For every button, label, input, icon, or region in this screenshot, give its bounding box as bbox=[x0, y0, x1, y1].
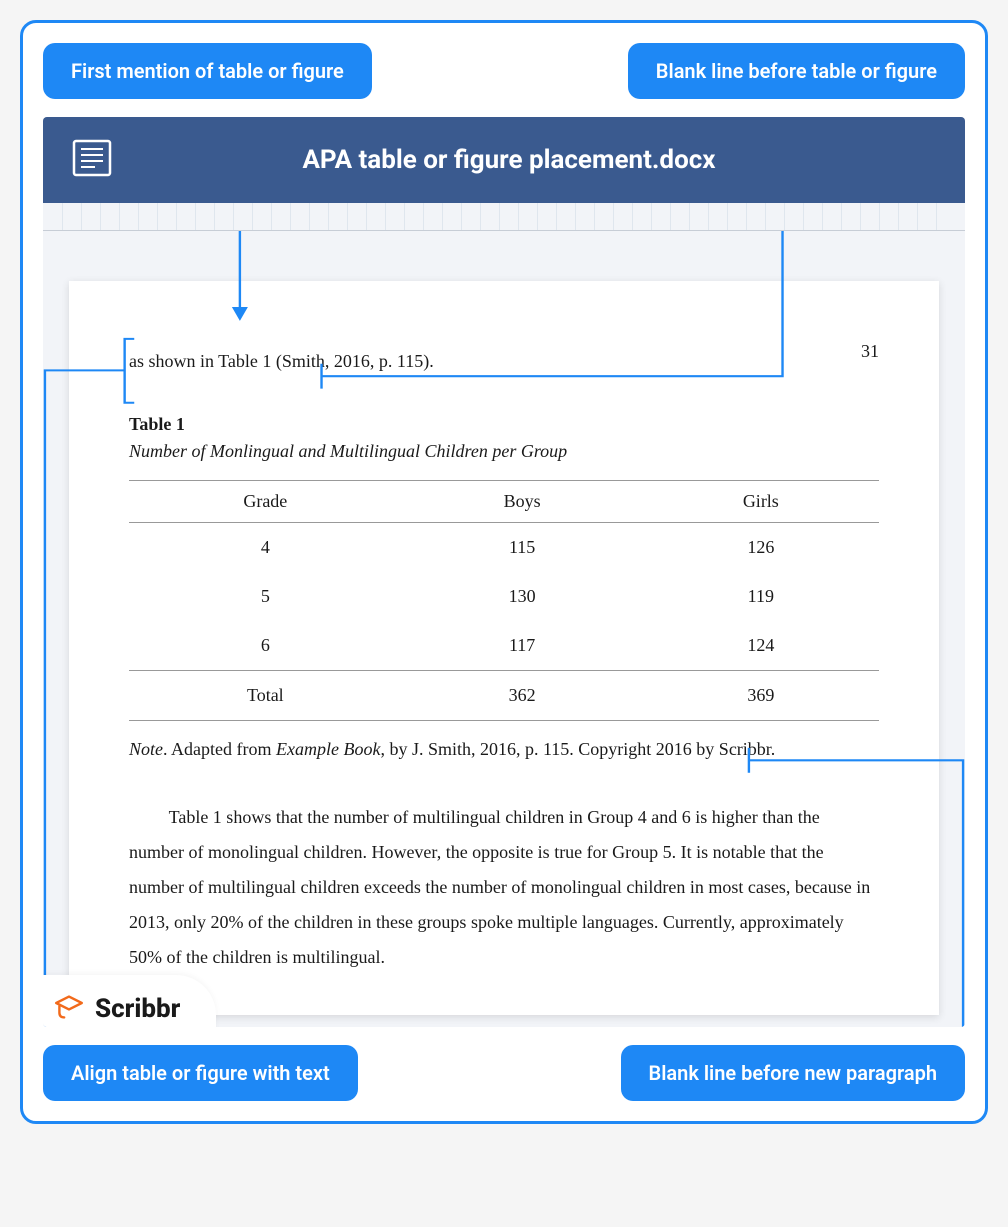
document-page: 31 as shown in Table 1 (Smith, 2016, p. … bbox=[69, 281, 939, 1015]
callout-blank-before-paragraph: Blank line before new paragraph bbox=[621, 1045, 965, 1101]
cell: 124 bbox=[643, 621, 879, 671]
brand-name: Scribbr bbox=[95, 994, 180, 1024]
cell: 119 bbox=[643, 572, 879, 621]
table-total-row: Total 362 369 bbox=[129, 671, 879, 721]
note-body: . Adapted from bbox=[163, 739, 276, 759]
col-girls: Girls bbox=[643, 481, 879, 523]
diagram-container: First mention of table or figure Blank l… bbox=[20, 20, 988, 1124]
cell: 5 bbox=[129, 572, 402, 621]
window-title: APA table or figure placement.docx bbox=[141, 145, 937, 175]
intro-text: as shown in Table 1 (Smith, 2016, p. 115… bbox=[129, 351, 879, 372]
col-grade: Grade bbox=[129, 481, 402, 523]
table-note: Note. Adapted from Example Book, by J. S… bbox=[129, 739, 879, 760]
note-prefix: Note bbox=[129, 739, 163, 759]
note-book: Example Book bbox=[276, 739, 380, 759]
word-titlebar: APA table or figure placement.docx bbox=[43, 117, 965, 203]
body-paragraph: Table 1 shows that the number of multili… bbox=[129, 800, 879, 975]
callout-row-bottom: Align table or figure with text Blank li… bbox=[43, 1045, 965, 1101]
data-table: Grade Boys Girls 4 115 126 5 bbox=[129, 480, 879, 721]
cell: 117 bbox=[402, 621, 643, 671]
ruler bbox=[43, 203, 965, 231]
callout-first-mention: First mention of table or figure bbox=[43, 43, 372, 99]
cell: 362 bbox=[402, 671, 643, 721]
cell: 6 bbox=[129, 621, 402, 671]
word-window: APA table or figure placement.docx 31 as… bbox=[43, 117, 965, 1027]
table-row: 4 115 126 bbox=[129, 523, 879, 573]
table-row: 6 117 124 bbox=[129, 621, 879, 671]
note-body2: , by J. Smith, 2016, p. 115. Copyright 2… bbox=[380, 739, 775, 759]
cell: Total bbox=[129, 671, 402, 721]
brand-flap: Scribbr bbox=[43, 975, 216, 1027]
table-label: Table 1 bbox=[129, 414, 879, 435]
cell: 115 bbox=[402, 523, 643, 573]
scribbr-icon bbox=[53, 993, 85, 1025]
word-icon bbox=[71, 137, 113, 183]
cell: 4 bbox=[129, 523, 402, 573]
table-row: 5 130 119 bbox=[129, 572, 879, 621]
cell: 130 bbox=[402, 572, 643, 621]
callout-align-table: Align table or figure with text bbox=[43, 1045, 358, 1101]
page-number: 31 bbox=[861, 341, 879, 362]
table-header-row: Grade Boys Girls bbox=[129, 481, 879, 523]
callout-blank-before-table: Blank line before table or figure bbox=[628, 43, 965, 99]
table-title: Number of Monlingual and Multilingual Ch… bbox=[129, 441, 879, 462]
col-boys: Boys bbox=[402, 481, 643, 523]
callout-row-top: First mention of table or figure Blank l… bbox=[43, 43, 965, 99]
cell: 126 bbox=[643, 523, 879, 573]
document-canvas: 31 as shown in Table 1 (Smith, 2016, p. … bbox=[43, 231, 965, 1027]
cell: 369 bbox=[643, 671, 879, 721]
